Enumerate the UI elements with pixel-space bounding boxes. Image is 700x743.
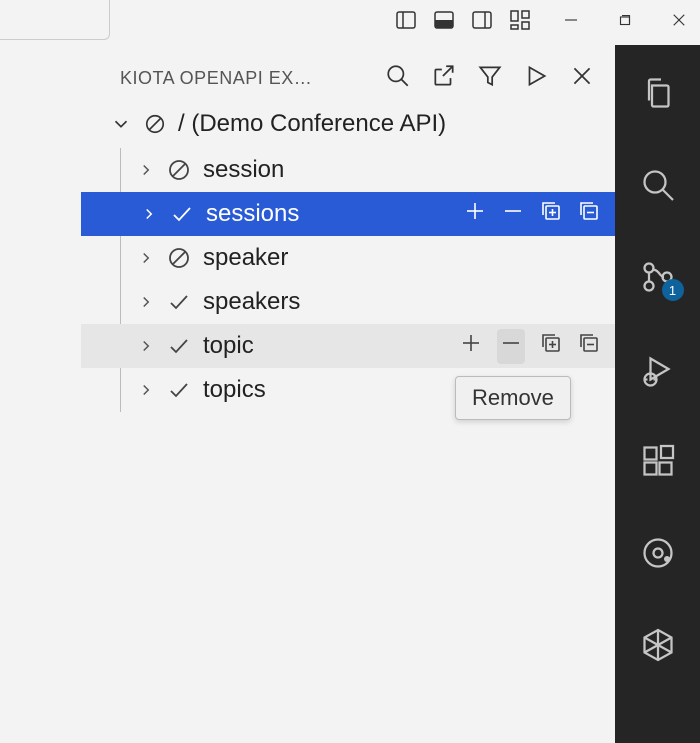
chevron-right-icon [137, 337, 155, 355]
window-minimize-icon[interactable] [562, 11, 580, 34]
api-tree: / (Demo Conference API) session sessions s… [80, 106, 615, 412]
add-all-icon[interactable] [539, 331, 563, 362]
open-file-icon[interactable] [431, 63, 457, 94]
chevron-right-icon [137, 249, 155, 267]
check-icon [170, 202, 194, 226]
filter-icon[interactable] [477, 63, 503, 94]
chevron-right-icon [137, 381, 155, 399]
tree-node[interactable]: session [121, 148, 615, 192]
tree-root-label: / (Demo Conference API) [178, 110, 446, 138]
tree-node-label: sessions [206, 200, 451, 228]
explorer-icon[interactable] [638, 73, 678, 113]
activity-bar: 1 [615, 45, 700, 743]
add-all-icon[interactable] [539, 199, 563, 230]
layout-grid-icon[interactable] [508, 8, 532, 37]
chevron-down-icon [110, 113, 132, 135]
remove-endpoint-icon[interactable] [497, 329, 525, 364]
tree-node[interactable]: speaker [121, 236, 615, 280]
scm-badge: 1 [662, 279, 684, 301]
tree-node-label: speakers [203, 288, 607, 316]
deny-icon [167, 246, 191, 270]
run-debug-icon[interactable] [638, 349, 678, 389]
add-endpoint-icon[interactable] [459, 331, 483, 362]
inactive-tab-stub [0, 0, 110, 40]
tree-root[interactable]: / (Demo Conference API) [80, 106, 615, 148]
check-icon [167, 378, 191, 402]
chevron-right-icon [140, 205, 158, 223]
chevron-right-icon [137, 161, 155, 179]
chevron-right-icon [137, 293, 155, 311]
generate-icon[interactable] [523, 63, 549, 94]
remove-tooltip: Remove [455, 376, 571, 420]
window-close-icon[interactable] [670, 11, 688, 34]
tree-node-label: session [203, 156, 607, 184]
tree-node[interactable]: speakers [121, 280, 615, 324]
check-icon [167, 334, 191, 358]
window-restore-icon[interactable] [616, 11, 634, 34]
search-activity-icon[interactable] [638, 165, 678, 205]
extensions-icon[interactable] [638, 441, 678, 481]
remove-all-icon[interactable] [577, 199, 601, 230]
remove-all-icon[interactable] [577, 331, 601, 362]
remove-endpoint-icon[interactable] [501, 199, 525, 230]
deny-icon [167, 158, 191, 182]
testing-icon[interactable] [638, 533, 678, 573]
tree-node[interactable]: sessions [81, 192, 615, 236]
tree-node-label: speaker [203, 244, 607, 272]
panel-header: KIOTA OPENAPI EX… [80, 57, 615, 106]
panel-right-icon[interactable] [470, 8, 494, 37]
tree-node[interactable]: topic [81, 324, 615, 368]
add-endpoint-icon[interactable] [463, 199, 487, 230]
search-icon[interactable] [385, 63, 411, 94]
panel-left-icon[interactable] [394, 8, 418, 37]
check-icon [167, 290, 191, 314]
tree-node-label: topic [203, 332, 447, 360]
close-panel-icon[interactable] [569, 63, 595, 94]
panel-bottom-icon[interactable] [432, 8, 456, 37]
source-control-icon[interactable]: 1 [638, 257, 678, 297]
panel-title: KIOTA OPENAPI EX… [120, 68, 320, 89]
kiota-icon[interactable] [638, 625, 678, 665]
deny-icon [144, 113, 166, 135]
